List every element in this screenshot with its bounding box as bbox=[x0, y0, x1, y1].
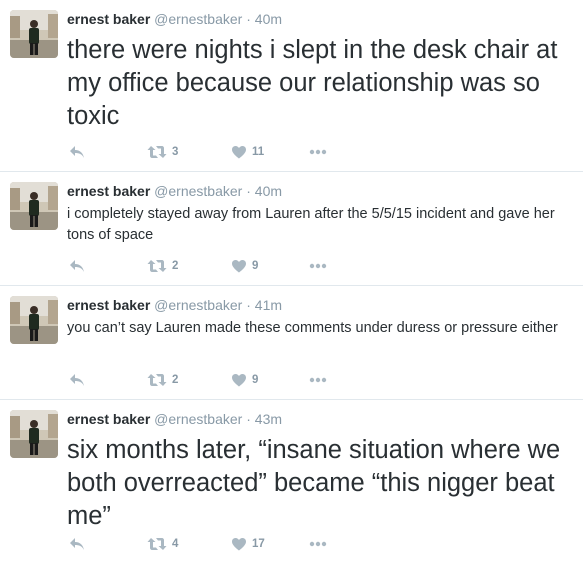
separator: · bbox=[246, 183, 251, 199]
username[interactable]: @ernestbaker bbox=[154, 11, 242, 27]
timestamp[interactable]: 40m bbox=[255, 183, 282, 199]
tweet[interactable]: ernest baker @ernestbaker · 40m i comple… bbox=[0, 172, 583, 286]
more-button[interactable] bbox=[309, 143, 327, 161]
like-button[interactable]: 17 bbox=[231, 535, 265, 553]
tweet-actions: 2 9 bbox=[67, 371, 367, 389]
avatar-photo bbox=[10, 410, 58, 458]
display-name[interactable]: ernest baker bbox=[67, 11, 150, 27]
tweet-header: ernest baker @ernestbaker · 40m bbox=[67, 182, 573, 200]
heart-icon bbox=[232, 538, 246, 551]
more-button[interactable] bbox=[309, 371, 327, 389]
heart-icon bbox=[232, 374, 246, 387]
tweet[interactable]: ernest baker @ernestbaker · 43m six mont… bbox=[0, 400, 583, 565]
avatar-photo bbox=[10, 296, 58, 344]
like-count: 11 bbox=[252, 146, 265, 158]
reply-button[interactable] bbox=[69, 371, 85, 389]
display-name[interactable]: ernest baker bbox=[67, 297, 150, 313]
separator: · bbox=[246, 411, 251, 427]
avatar-photo bbox=[10, 182, 58, 230]
tweet-header: ernest baker @ernestbaker · 40m bbox=[67, 10, 573, 28]
more-button[interactable] bbox=[309, 535, 327, 553]
heart-icon bbox=[232, 260, 246, 273]
reply-button[interactable] bbox=[69, 535, 85, 553]
display-name[interactable]: ernest baker bbox=[67, 411, 150, 427]
avatar[interactable] bbox=[10, 296, 58, 344]
separator: · bbox=[246, 11, 251, 27]
like-count: 17 bbox=[252, 538, 265, 550]
heart-icon bbox=[232, 146, 246, 159]
timestamp[interactable]: 43m bbox=[255, 411, 282, 427]
tweet-text: there were nights i slept in the desk ch… bbox=[67, 36, 558, 130]
retweet-button[interactable]: 2 bbox=[147, 257, 178, 275]
more-icon bbox=[309, 541, 327, 547]
tweet-actions: 4 17 bbox=[67, 535, 367, 553]
tweet-text: six months later, “insane situation wher… bbox=[67, 436, 561, 530]
reply-button[interactable] bbox=[69, 143, 85, 161]
like-button[interactable]: 9 bbox=[231, 371, 258, 389]
reply-button[interactable] bbox=[69, 257, 85, 275]
retweet-button[interactable]: 3 bbox=[147, 143, 178, 161]
tweet[interactable]: ernest baker @ernestbaker · 40m there we… bbox=[0, 0, 583, 172]
username[interactable]: @ernestbaker bbox=[154, 183, 242, 199]
like-button[interactable]: 11 bbox=[231, 143, 264, 161]
avatar[interactable] bbox=[10, 10, 58, 58]
more-icon bbox=[309, 149, 327, 155]
like-count: 9 bbox=[252, 374, 259, 386]
tweet-text: i completely stayed away from Lauren aft… bbox=[67, 206, 555, 243]
tweet-timeline: ernest baker @ernestbaker · 40m there we… bbox=[0, 0, 583, 565]
retweet-icon bbox=[147, 260, 167, 272]
timestamp[interactable]: 40m bbox=[255, 11, 282, 27]
username[interactable]: @ernestbaker bbox=[154, 297, 242, 313]
display-name[interactable]: ernest baker bbox=[67, 183, 150, 199]
separator: · bbox=[246, 297, 251, 313]
retweet-icon bbox=[147, 146, 167, 158]
more-icon bbox=[309, 377, 327, 383]
retweet-icon bbox=[147, 538, 167, 550]
retweet-count: 3 bbox=[172, 146, 179, 158]
tweet-header: ernest baker @ernestbaker · 41m bbox=[67, 296, 573, 314]
like-count: 9 bbox=[252, 260, 259, 272]
username[interactable]: @ernestbaker bbox=[154, 411, 242, 427]
more-button[interactable] bbox=[309, 257, 327, 275]
tweet-header: ernest baker @ernestbaker · 43m bbox=[67, 410, 573, 428]
reply-icon bbox=[70, 538, 84, 550]
tweet-actions: 2 9 bbox=[67, 257, 367, 275]
retweet-button[interactable]: 2 bbox=[147, 371, 178, 389]
tweet[interactable]: ernest baker @ernestbaker · 41m you can’… bbox=[0, 286, 583, 400]
avatar[interactable] bbox=[10, 410, 58, 458]
avatar-photo bbox=[10, 10, 58, 58]
tweet-actions: 3 11 bbox=[67, 143, 367, 161]
reply-icon bbox=[70, 374, 84, 386]
timestamp[interactable]: 41m bbox=[255, 297, 282, 313]
retweet-icon bbox=[147, 374, 167, 386]
reply-icon bbox=[70, 146, 84, 158]
retweet-count: 2 bbox=[172, 374, 179, 386]
reply-icon bbox=[70, 260, 84, 272]
like-button[interactable]: 9 bbox=[231, 257, 258, 275]
more-icon bbox=[309, 263, 327, 269]
avatar[interactable] bbox=[10, 182, 58, 230]
retweet-count: 4 bbox=[172, 538, 179, 550]
retweet-count: 2 bbox=[172, 260, 179, 272]
tweet-text: you can’t say Lauren made these comments… bbox=[67, 320, 558, 336]
retweet-button[interactable]: 4 bbox=[147, 535, 178, 553]
